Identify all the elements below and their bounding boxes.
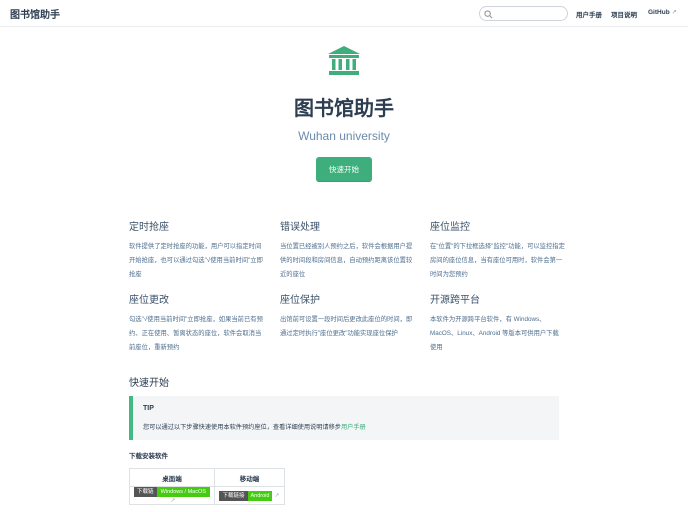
nav-project-info[interactable]: 项目说明: [611, 9, 637, 19]
feature-item: 定时抢座软件提供了定时抢座的功能，用户可以指定时间开始抢座，也可以通过勾选"√使…: [129, 218, 264, 282]
hero-title: 图书馆助手: [294, 98, 394, 120]
feature-desc: 软件提供了定时抢座的功能，用户可以指定时间开始抢座，也可以通过勾选"√使用当前时…: [129, 243, 263, 278]
tip-text: 您可以通过以下步骤快速使用本软件预约座位，查看详细使用说明请移步用户手册: [143, 422, 366, 431]
feature-title: 座位保护: [280, 295, 320, 306]
nav-github[interactable]: GitHub ↗: [648, 9, 677, 16]
feature-desc: 出馆前可设置一段时间后更改此座位的时间，即通过定时执行"座位更改"功能实现座位保…: [280, 316, 413, 337]
feature-desc: 当位置已经被别人预约之后，软件会根据用户提供的时间段和房间信息，自动预约距离该位…: [280, 243, 413, 278]
feature-item: 座位保护出馆前可设置一段时间后更改此座位的时间，即通过定时执行"座位更改"功能实…: [280, 291, 415, 341]
external-link-icon: ↗: [671, 10, 677, 16]
feature-item: 错误处理当位置已经被别人预约之后，软件会根据用户提供的时间段和房间信息，自动预约…: [280, 218, 415, 282]
feature-title: 错误处理: [280, 222, 320, 233]
feature-title: 座位监控: [430, 222, 470, 233]
feature-title: 定时抢座: [129, 222, 169, 233]
external-link-icon: ↗: [274, 493, 280, 500]
search-icon: [484, 10, 493, 19]
quickstart-heading: 快速开始: [129, 378, 169, 389]
android-download-badge[interactable]: 下载链接 Android: [219, 490, 273, 501]
tip-body: 您可以通过以下步骤快速使用本软件预约座位，查看详细使用说明请移步: [143, 424, 341, 431]
search-input[interactable]: [479, 6, 568, 21]
tip-box: TIP 您可以通过以下步骤快速使用本软件预约座位，查看详细使用说明请移步用户手册: [129, 396, 559, 440]
navbar: 图书馆助手 用户手册 项目说明 GitHub ↗: [0, 0, 688, 27]
badge-value: Android: [247, 490, 273, 501]
col-mobile: 移动端: [214, 468, 285, 487]
tip-title: TIP: [143, 405, 154, 412]
badge-value: Windows / MacOS / Linux: [156, 487, 210, 505]
user-manual-link[interactable]: 用户手册: [341, 424, 366, 431]
github-label: GitHub: [648, 9, 670, 16]
download-table: 桌面端 移动端 下载链接 Windows / MacOS / Linux ↗ 下载链接…: [129, 468, 285, 505]
feature-item: 开源跨平台本软件为开源跨平台软件，有 Windows、MacOS、Linux、A…: [430, 291, 565, 355]
external-link-icon: ↗: [170, 498, 176, 504]
badge-label: 下载链接: [219, 490, 248, 501]
hero-subtitle: Wuhan university: [298, 129, 390, 143]
feature-item: 座位更改勾选"√使用当前时间"立即抢座，如果当前已有预约、正在使用、暂离状态的座…: [129, 291, 264, 355]
feature-desc: 勾选"√使用当前时间"立即抢座，如果当前已有预约、正在使用、暂离状态的座位，软件…: [129, 316, 263, 351]
quick-start-button[interactable]: 快速开始: [316, 157, 372, 182]
col-desktop: 桌面端: [129, 468, 215, 487]
feature-desc: 在"位置"的下拉框选择"监控"功能，可以监控指定房间的座位信息，当有座位可用时，…: [430, 243, 565, 278]
feature-item: 座位监控在"位置"的下拉框选择"监控"功能，可以监控指定房间的座位信息，当有座位…: [430, 218, 565, 282]
site-title[interactable]: 图书馆助手: [10, 6, 60, 21]
feature-title: 座位更改: [129, 295, 169, 306]
download-label: 下载安装软件: [129, 453, 168, 460]
badge-label: 下载链接: [134, 487, 157, 505]
feature-title: 开源跨平台: [430, 295, 480, 306]
nav-user-manual[interactable]: 用户手册: [576, 9, 602, 19]
desktop-download-badge[interactable]: 下载链接 Windows / MacOS / Linux: [134, 487, 210, 505]
library-icon: [328, 46, 360, 75]
feature-desc: 本软件为开源跨平台软件，有 Windows、MacOS、Linux、Androi…: [430, 316, 559, 351]
